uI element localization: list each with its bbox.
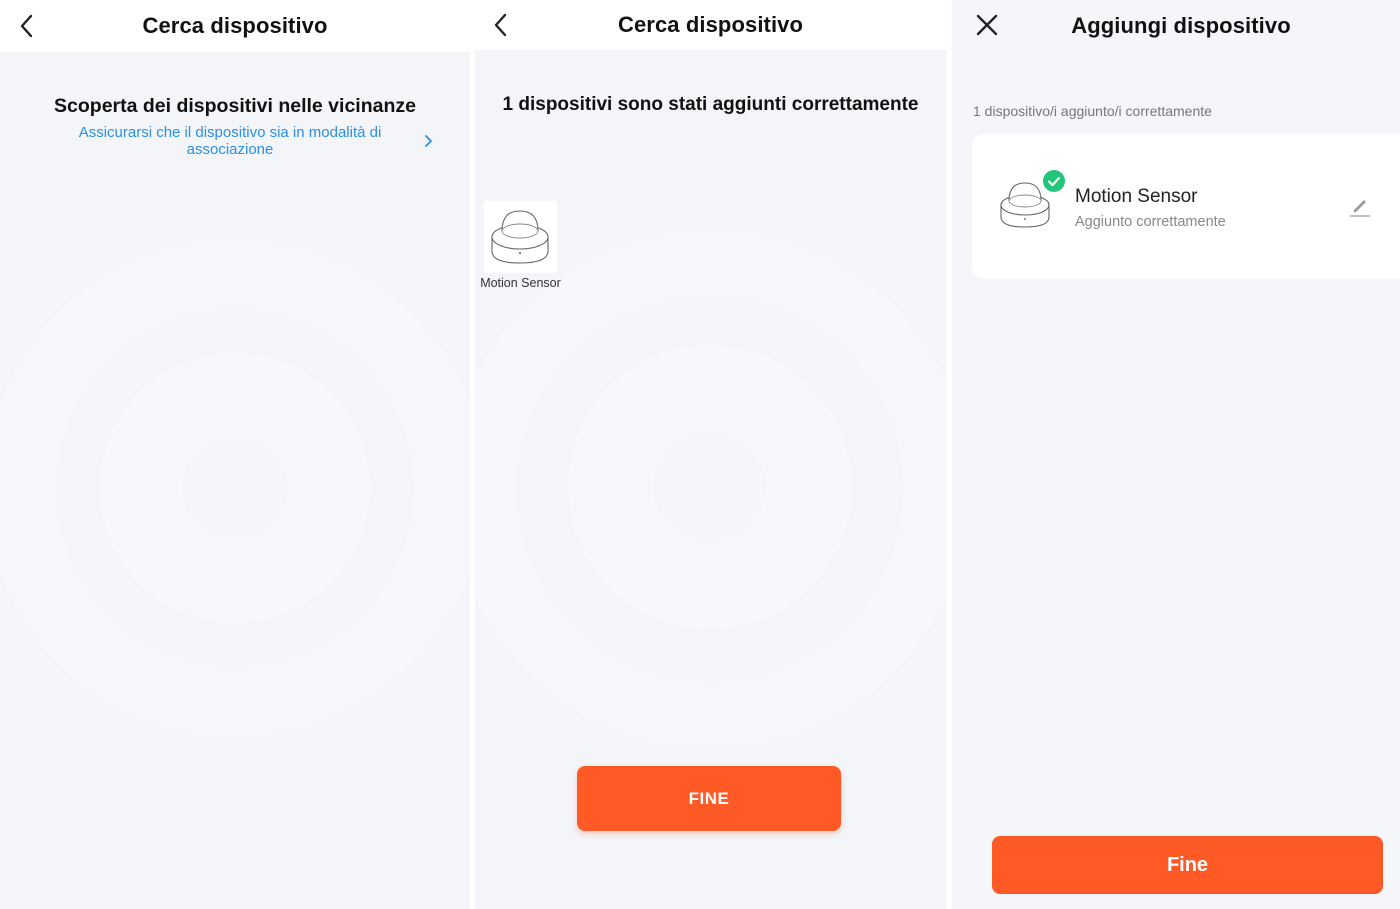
scanning-heading: Scoperta dei dispositivi nelle vicinanze xyxy=(54,95,416,117)
done-button[interactable]: Fine xyxy=(992,836,1383,894)
added-count-text: 1 dispositivo/i aggiunto/i correttamente xyxy=(973,103,1212,119)
found-heading: 1 dispositivi sono stati aggiunti corret… xyxy=(502,94,919,115)
radar-center xyxy=(182,435,288,541)
add-device-screen: Aggiungi dispositivo 1 dispositivo/i agg… xyxy=(952,0,1400,909)
motion-sensor-icon xyxy=(491,210,549,264)
found-device-tile[interactable] xyxy=(484,201,557,273)
pairing-mode-hint-link[interactable]: Assicurarsi che il dispositivo sia in mo… xyxy=(70,124,390,158)
page-title: Cerca dispositivo xyxy=(142,13,328,38)
device-card[interactable]: Motion Sensor Aggiunto correttamente xyxy=(972,134,1400,279)
device-name: Motion Sensor xyxy=(1075,186,1198,207)
success-check-icon xyxy=(1043,170,1065,192)
device-status: Aggiunto correttamente xyxy=(1075,214,1226,230)
done-button[interactable]: FINE xyxy=(577,766,841,831)
radar-center xyxy=(653,430,766,543)
top-bar: Cerca dispositivo xyxy=(0,0,470,52)
top-bar: Aggiungi dispositivo xyxy=(952,0,1400,52)
top-bar: Cerca dispositivo xyxy=(475,0,946,50)
search-screen-scanning: Cerca dispositivo Scoperta dei dispositi… xyxy=(0,0,470,909)
page-title: Aggiungi dispositivo xyxy=(1071,13,1291,38)
page-title: Cerca dispositivo xyxy=(617,12,804,37)
found-device-name: Motion Sensor xyxy=(480,276,561,290)
edit-pencil-icon[interactable] xyxy=(1348,194,1372,218)
chevron-right-icon[interactable] xyxy=(421,134,435,148)
search-screen-found: Cerca dispositivo 1 dispositivi sono sta… xyxy=(475,0,946,909)
